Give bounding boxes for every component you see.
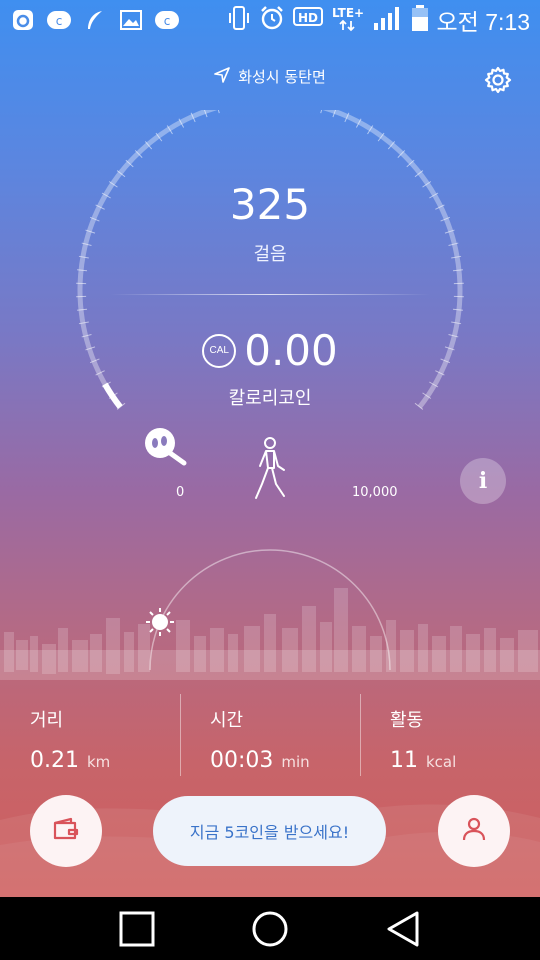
stat-activity-unit: kcal (426, 753, 457, 771)
stat-distance: 거리 0.21 km (0, 676, 180, 796)
battery-icon (411, 4, 429, 37)
calorie-coin-row: CAL 0.00 (0, 326, 540, 375)
notification-icons: c c (10, 9, 180, 31)
hd-icon: HD (292, 6, 323, 34)
image-icon (118, 9, 144, 31)
location-label: 화성시 동탄면 (238, 68, 326, 86)
stat-activity: 활동 11 kcal (360, 676, 540, 796)
svg-text:LTE+: LTE+ (332, 6, 364, 20)
stat-distance-value: 0.21 (30, 748, 79, 773)
stat-activity-label: 활동 (390, 710, 424, 731)
signal-icon (373, 5, 403, 36)
wallet-button[interactable] (30, 795, 102, 867)
stat-time: 시간 00:03 min (180, 676, 360, 796)
location-header[interactable]: 화성시 동탄면 (0, 66, 540, 87)
gauge-divider (110, 294, 430, 295)
gauge-tick (217, 110, 220, 114)
step-count: 325 (229, 180, 311, 229)
c-circle-icon: c (46, 9, 72, 31)
stat-distance-label: 거리 (30, 710, 64, 731)
stat-time-unit: min (281, 753, 310, 771)
c-circle-icon: c (154, 9, 180, 31)
get-coins-button[interactable]: 지금 5코인을 받으세요! (153, 796, 386, 866)
android-nav-bar (0, 897, 540, 960)
recent-apps-button[interactable] (117, 909, 157, 949)
o-app-icon (10, 9, 36, 31)
feather-icon (82, 9, 108, 31)
cal-badge-icon: CAL (202, 333, 237, 368)
stat-distance-unit: km (86, 753, 111, 771)
wallet-icon (52, 817, 80, 845)
stat-time-label: 시간 (210, 710, 244, 731)
stat-time-value: 00:03 (210, 748, 274, 773)
clock-time: 오전 7:13 (436, 9, 530, 35)
home-button[interactable] (250, 909, 290, 949)
activity-stats: 거리 0.21 km 시간 00:03 min 활동 11 kcal (0, 676, 540, 796)
person-icon (461, 816, 487, 846)
gauge-max-label: 10,000 (352, 485, 398, 500)
info-button[interactable]: i (460, 458, 506, 504)
step-count-label: 걸음 (253, 244, 287, 265)
svg-text:c: c (56, 14, 63, 28)
walking-person-icon (248, 436, 292, 502)
svg-text:HD: HD (298, 11, 318, 25)
footprint-search-icon[interactable] (140, 425, 188, 467)
profile-button[interactable] (438, 795, 510, 867)
navigation-arrow-icon (214, 66, 231, 87)
gauge-tick (320, 110, 323, 114)
gauge-min-label: 0 (176, 485, 185, 500)
alarm-icon (259, 5, 285, 36)
step-gauge (76, 110, 464, 410)
system-icons: HD LTE+ 오전 7:13 (227, 3, 530, 37)
lte-icon: LTE+ (331, 4, 365, 37)
calorie-coin-label: 칼로리코인 (228, 388, 312, 409)
app-screen: c c HD LTE+ 오전 7:13 화성시 동탄면 325 걸음 CAL 0… (0, 0, 540, 897)
city-skyline-illustration (0, 549, 540, 680)
svg-text:c: c (164, 14, 171, 28)
calorie-coin-value: 0.00 (244, 326, 338, 375)
back-button[interactable] (383, 909, 423, 949)
status-bar: c c HD LTE+ 오전 7:13 (0, 0, 540, 40)
stat-activity-value: 11 (390, 748, 418, 773)
vibrate-icon (227, 5, 251, 36)
gear-icon[interactable] (484, 66, 512, 94)
